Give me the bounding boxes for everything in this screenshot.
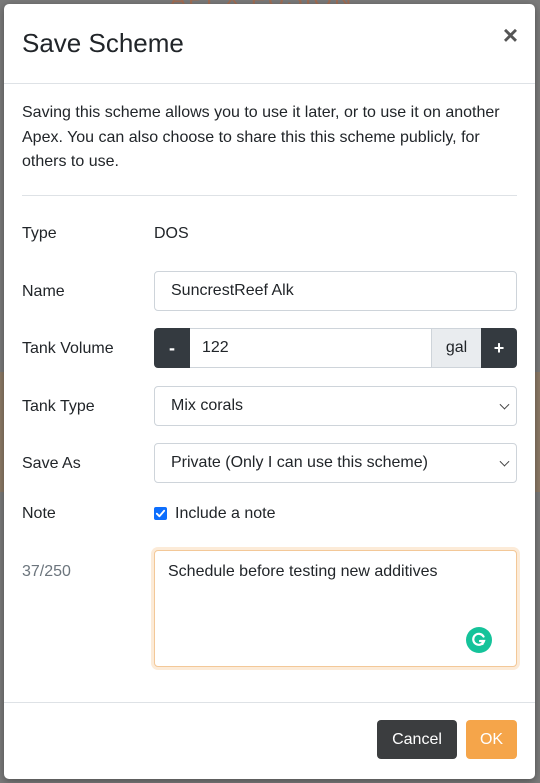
name-input-value: SuncrestReef Alk	[171, 282, 294, 299]
volume-decrement-button[interactable]: -	[154, 328, 190, 368]
close-button[interactable]: ×	[503, 22, 518, 48]
modal-footer: Cancel OK	[4, 702, 535, 779]
save-as-select[interactable]: Private (Only I can use this scheme)	[154, 443, 517, 483]
chevron-down-icon	[499, 399, 510, 410]
note-textarea[interactable]: Schedule before testing new additives	[154, 550, 517, 667]
volume-input[interactable]: 122	[190, 328, 431, 368]
volume-increment-button[interactable]: +	[481, 328, 517, 368]
include-note-checkbox[interactable]	[154, 507, 167, 520]
tank-volume-group: - 122 gal +	[154, 328, 517, 368]
cancel-button[interactable]: Cancel	[377, 720, 457, 759]
modal-header: Save Scheme ×	[4, 4, 535, 84]
type-label: Type	[22, 225, 57, 242]
note-label: Note	[22, 505, 56, 522]
chevron-down-icon	[499, 456, 510, 467]
grammarly-g-glyph	[472, 632, 486, 646]
checkmark-icon	[155, 509, 166, 518]
intro-text: Saving this scheme allows you to use it …	[22, 104, 500, 170]
tank-type-select[interactable]: Mix corals	[154, 386, 517, 426]
tank-type-label: Tank Type	[22, 398, 95, 415]
note-counter: 37/250	[22, 563, 71, 580]
modal-title: Save Scheme	[22, 28, 184, 58]
note-textarea-value: Schedule before testing new additives	[168, 563, 438, 580]
save-as-label: Save As	[22, 455, 81, 472]
save-scheme-modal: Save Scheme × Saving this scheme allows …	[4, 4, 535, 779]
volume-unit: gal	[431, 328, 481, 368]
tank-volume-label: Tank Volume	[22, 340, 114, 357]
name-input[interactable]: SuncrestReef Alk	[154, 271, 517, 311]
ok-button[interactable]: OK	[466, 720, 517, 759]
tank-type-selected: Mix corals	[171, 397, 244, 414]
type-value: DOS	[154, 225, 189, 242]
save-as-selected: Private (Only I can use this scheme)	[171, 454, 428, 471]
volume-input-value: 122	[202, 339, 229, 356]
include-note-label[interactable]: Include a note	[175, 505, 276, 523]
close-icon: ×	[502, 20, 518, 50]
name-label: Name	[22, 283, 65, 300]
divider	[22, 195, 517, 196]
grammarly-icon[interactable]	[466, 627, 492, 653]
